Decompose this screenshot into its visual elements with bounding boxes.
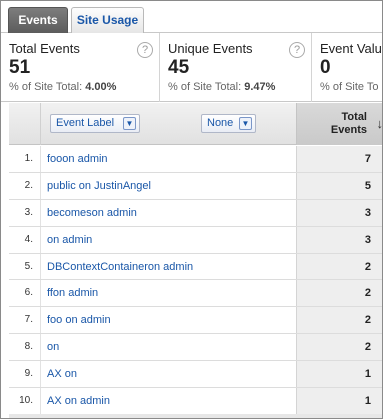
- total-events-value: 7: [297, 146, 382, 172]
- scorecard-event-value: Event Valu 0 % of Site To: [311, 33, 382, 102]
- event-label-link[interactable]: AX on admin: [41, 388, 297, 414]
- events-report-panel: Events Site Usage Total Events 51 % of S…: [0, 0, 383, 419]
- table-scroll-edge: [9, 414, 382, 418]
- event-label-link[interactable]: becomeson admin: [41, 199, 297, 226]
- primary-dimension-label: Event Label: [56, 117, 115, 129]
- scorecard-unique-events: Unique Events 45 % of Site Total: 9.47% …: [159, 33, 311, 102]
- scorecards: Total Events 51 % of Site Total: 4.00% ?…: [1, 33, 382, 102]
- total-events-value: 2: [297, 334, 382, 361]
- help-icon[interactable]: ?: [289, 42, 305, 58]
- help-icon[interactable]: ?: [137, 42, 153, 58]
- scorecard-site-total-value: 9.47%: [244, 81, 276, 93]
- row-index: 4.: [9, 226, 41, 253]
- row-index: 2.: [9, 172, 41, 199]
- total-events-value: 2: [297, 307, 382, 334]
- table-row: 6. ffon admin 2: [9, 280, 382, 308]
- scorecard-value: 45: [168, 57, 190, 78]
- total-events-value: 2: [297, 253, 382, 280]
- total-events-value: 5: [297, 172, 382, 199]
- total-events-value: 1: [297, 361, 382, 388]
- secondary-dimension-label: None: [207, 117, 234, 129]
- chevron-down-icon: ▼: [239, 117, 252, 130]
- row-index: 9.: [9, 361, 41, 388]
- table-body: 1. fooon admin 7 2. public on JustinAnge…: [9, 146, 382, 415]
- total-events-value: 3: [297, 199, 382, 226]
- row-index: 5.: [9, 253, 41, 280]
- table-left-gutter: [1, 103, 9, 418]
- events-table: Event Label ▼ None ▼ Total Events ↓ 1. f…: [9, 103, 383, 418]
- tab-site-usage[interactable]: Site Usage: [71, 7, 144, 33]
- scorecard-title: Event Valu: [320, 41, 382, 56]
- scorecard-site-total-value: 4.00%: [85, 81, 117, 93]
- table-row: 9. AX on 1: [9, 361, 382, 389]
- table-row: 1. fooon admin 7: [9, 146, 382, 173]
- tab-events[interactable]: Events: [8, 7, 68, 33]
- table-row: 7. foo on admin 2: [9, 307, 382, 335]
- event-label-link[interactable]: on admin: [41, 226, 297, 253]
- total-events-header-label: Total Events: [330, 111, 367, 136]
- scorecard-site-total: % of Site Total: 9.47%: [168, 81, 311, 93]
- table-row: 2. public on JustinAngel 5: [9, 172, 382, 200]
- event-label-link[interactable]: fooon admin: [41, 146, 297, 172]
- scorecard-total-events: Total Events 51 % of Site Total: 4.00% ?: [1, 33, 159, 102]
- row-index: 6.: [9, 280, 41, 307]
- event-label-link[interactable]: public on JustinAngel: [41, 172, 297, 199]
- total-events-value: 1: [297, 388, 382, 414]
- event-label-link[interactable]: on: [41, 334, 297, 361]
- total-events-column-header[interactable]: Total Events ↓: [297, 103, 383, 145]
- scorecard-value: 51: [9, 57, 31, 78]
- table-row: 10. AX on admin 1: [9, 388, 382, 415]
- total-events-value: 2: [297, 280, 382, 307]
- row-index: 10.: [9, 388, 41, 414]
- secondary-dimension-select[interactable]: None ▼: [201, 114, 256, 133]
- chevron-down-icon: ▼: [123, 117, 136, 130]
- table-row: 3. becomeson admin 3: [9, 199, 382, 227]
- scorecard-site-total-label: % of Site Total:: [168, 81, 242, 93]
- table-row: 8. on 2: [9, 334, 382, 362]
- primary-dimension-select[interactable]: Event Label ▼: [50, 114, 140, 133]
- scorecard-site-total-label: % of Site Total:: [9, 81, 83, 93]
- row-index: 3.: [9, 199, 41, 226]
- sort-desc-arrow-icon: ↓: [376, 116, 383, 131]
- total-events-value: 3: [297, 226, 382, 253]
- event-label-link[interactable]: AX on: [41, 361, 297, 388]
- table-row: 4. on admin 3: [9, 226, 382, 254]
- table-header: Event Label ▼ None ▼ Total Events ↓: [9, 103, 383, 145]
- event-label-link[interactable]: ffon admin: [41, 280, 297, 307]
- event-label-link[interactable]: DBContextContaineron admin: [41, 253, 297, 280]
- dimension-column-header: Event Label ▼ None ▼: [41, 103, 297, 145]
- scorecard-site-total-label: % of Site To: [320, 81, 379, 93]
- row-index: 8.: [9, 334, 41, 361]
- index-column-header: [9, 103, 41, 145]
- row-index: 1.: [9, 146, 41, 172]
- row-index: 7.: [9, 307, 41, 334]
- scorecard-value: 0: [320, 57, 331, 78]
- tab-bar: Events Site Usage: [1, 1, 382, 33]
- table-row: 5. DBContextContaineron admin 2: [9, 253, 382, 281]
- scorecard-site-total: % of Site To: [320, 81, 382, 93]
- scorecard-site-total: % of Site Total: 4.00%: [9, 81, 159, 93]
- event-label-link[interactable]: foo on admin: [41, 307, 297, 334]
